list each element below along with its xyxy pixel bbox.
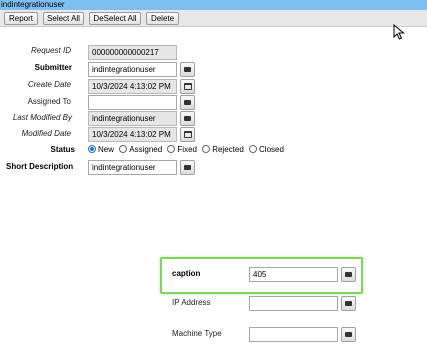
modified-date-field: 10/3/2024 4:13:02 PM	[88, 127, 177, 142]
list-icon	[345, 332, 352, 337]
calendar-icon	[184, 83, 192, 90]
last-modified-by-field: indintegrationuser	[88, 111, 177, 126]
window-titlebar: indintegrationuser	[0, 0, 427, 10]
short-description-label: Short Description	[6, 162, 74, 171]
last-modified-by-label: Last Modified By	[12, 113, 72, 122]
request-id-field: 000000000000217	[88, 45, 177, 60]
radio-icon[interactable]	[202, 145, 211, 153]
status-radio-new[interactable]: New	[88, 144, 114, 156]
caption-label: caption	[172, 269, 201, 278]
ip-address-lookup-button[interactable]	[341, 296, 356, 311]
delete-button[interactable]: Delete	[146, 12, 179, 25]
create-date-field: 10/3/2024 4:13:02 PM	[88, 79, 177, 94]
create-date-calendar-button[interactable]	[180, 79, 195, 94]
assigned-to-label: Assigned To	[27, 97, 71, 106]
radio-icon[interactable]	[119, 145, 128, 153]
deselect-all-button[interactable]: DeSelect All	[89, 12, 141, 25]
report-button[interactable]: Report	[4, 12, 38, 25]
calendar-icon	[184, 131, 192, 138]
last-modified-by-lookup-button[interactable]	[180, 111, 195, 126]
toolbar: Report Select All DeSelect All Delete	[0, 10, 427, 27]
radio-icon[interactable]	[249, 145, 258, 153]
caption-field[interactable]: 405	[249, 267, 338, 282]
machine-type-lookup-button[interactable]	[341, 327, 356, 342]
caption-lookup-button[interactable]	[341, 267, 356, 282]
status-radio-assigned[interactable]: Assigned	[119, 144, 162, 156]
status-radio-closed[interactable]: Closed	[249, 144, 284, 156]
machine-type-field[interactable]	[249, 327, 338, 342]
machine-type-label: Machine Type	[172, 329, 222, 338]
window-title: indintegrationuser	[1, 0, 65, 9]
modified-date-calendar-button[interactable]	[180, 127, 195, 142]
assigned-to-lookup-button[interactable]	[180, 95, 195, 110]
submitter-lookup-button[interactable]	[180, 62, 195, 77]
list-icon	[345, 272, 352, 277]
submitter-field[interactable]: indintegrationuser	[88, 62, 177, 77]
radio-icon[interactable]	[167, 145, 176, 153]
status-label: Status	[50, 145, 75, 154]
mouse-cursor-icon	[393, 24, 405, 40]
status-radio-rejected[interactable]: Rejected	[202, 144, 244, 156]
ip-address-field[interactable]	[249, 296, 338, 311]
list-icon	[345, 301, 352, 306]
list-icon	[184, 100, 191, 105]
ip-address-label: IP Address	[172, 298, 211, 307]
radio-selected-icon[interactable]	[88, 145, 96, 153]
status-radio-group: New Assigned Fixed Rejected Closed	[88, 144, 287, 156]
create-date-label: Create Date	[27, 80, 71, 89]
assigned-to-field[interactable]	[88, 95, 177, 110]
submitter-label: Submitter	[34, 63, 72, 72]
modified-date-label: Modified Date	[21, 129, 71, 138]
select-all-button[interactable]: Select All	[43, 12, 84, 25]
status-radio-fixed[interactable]: Fixed	[167, 144, 197, 156]
list-icon	[184, 165, 191, 170]
request-id-label: Request ID	[30, 46, 71, 55]
short-description-field[interactable]: indintegrationuser	[88, 160, 177, 175]
list-icon	[184, 116, 191, 121]
list-icon	[184, 67, 191, 72]
short-description-expand-button[interactable]	[180, 160, 195, 175]
